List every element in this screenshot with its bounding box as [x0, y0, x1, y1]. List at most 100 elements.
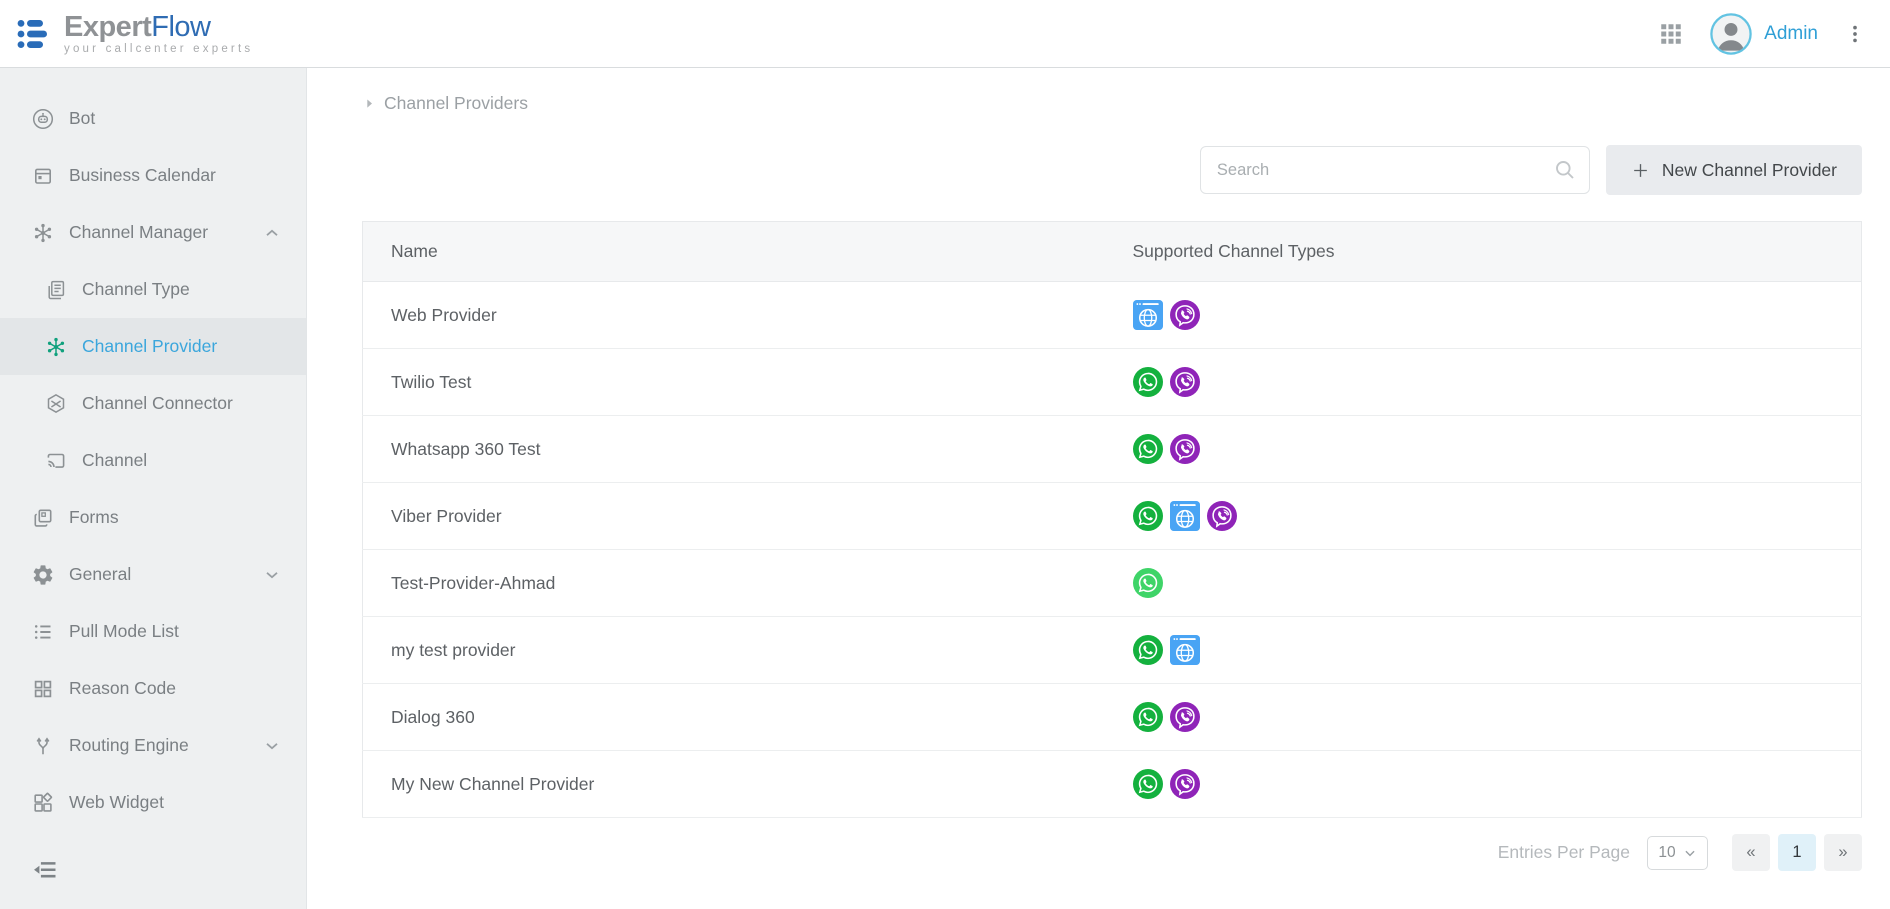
provider-name: Twilio Test [363, 349, 1105, 416]
channel-icons [1133, 501, 1862, 531]
entries-per-page-select[interactable]: 10 [1647, 836, 1708, 870]
column-header-name: Name [363, 222, 1105, 282]
viber-icon [1170, 702, 1200, 732]
cast-icon [44, 449, 68, 473]
channel-icons [1133, 635, 1862, 665]
whatsapp-icon [1133, 367, 1163, 397]
table-row[interactable]: Whatsapp 360 Test [363, 416, 1862, 483]
entries-per-page-label: Entries Per Page [1498, 842, 1630, 863]
sidebar: Bot Business Calendar Channel Manager Ch… [0, 68, 307, 909]
grid-icon [31, 677, 55, 701]
avatar[interactable] [1710, 13, 1752, 55]
channel-providers-table: Name Supported Channel Types Web Provide… [362, 221, 1862, 818]
apps-grid-icon[interactable] [1658, 21, 1684, 47]
list-icon [31, 620, 55, 644]
sidebar-item-channel-type[interactable]: Channel Type [0, 261, 306, 318]
table-row[interactable]: my test provider [363, 617, 1862, 684]
provider-name: my test provider [363, 617, 1105, 684]
sidebar-item-bot[interactable]: Bot [0, 90, 306, 147]
pagination-bar: Entries Per Page 10 « 1 » [362, 834, 1862, 871]
routing-icon [31, 734, 55, 758]
new-channel-provider-button[interactable]: New Channel Provider [1606, 145, 1862, 195]
viber-icon [1170, 769, 1200, 799]
web-icon [1170, 635, 1200, 665]
gear-icon [31, 563, 55, 587]
chevron-down-icon [262, 565, 282, 585]
provider-name: Test-Provider-Ahmad [363, 550, 1105, 617]
table-row[interactable]: Dialog 360 [363, 684, 1862, 751]
table-row[interactable]: Test-Provider-Ahmad [363, 550, 1862, 617]
chevron-down-icon [262, 736, 282, 756]
topbar: ExpertFlow your callcenter experts Admin [0, 0, 1890, 68]
user-menu-admin[interactable]: Admin [1764, 23, 1818, 45]
sidebar-item-channel[interactable]: Channel [0, 432, 306, 489]
hub-icon [44, 335, 68, 359]
provider-name: Dialog 360 [363, 684, 1105, 751]
page-1-button[interactable]: 1 [1778, 834, 1816, 871]
document-icon [44, 278, 68, 302]
hub-icon [31, 221, 55, 245]
table-row[interactable]: Web Provider [363, 282, 1862, 349]
main-content: Channel Providers New Channel Provider [307, 68, 1890, 909]
channel-icons [1133, 300, 1862, 330]
sidebar-item-channel-manager[interactable]: Channel Manager [0, 204, 306, 261]
table-header-row: Name Supported Channel Types [363, 222, 1862, 282]
plus-icon [1631, 161, 1650, 180]
brand-name: ExpertFlow [64, 12, 253, 42]
widgets-icon [31, 791, 55, 815]
channel-icons [1133, 769, 1862, 799]
viber-icon [1170, 300, 1200, 330]
whatsapp-icon [1133, 635, 1163, 665]
breadcrumb: Channel Providers [362, 93, 1862, 114]
viber-icon [1170, 434, 1200, 464]
sidebar-item-channel-connector[interactable]: Channel Connector [0, 375, 306, 432]
brand-tagline: your callcenter experts [64, 43, 253, 55]
breadcrumb-chevron-icon [362, 96, 377, 111]
search-input[interactable] [1200, 146, 1590, 194]
sidebar-item-web-widget[interactable]: Web Widget [0, 774, 306, 831]
calendar-icon [31, 164, 55, 188]
chevron-up-icon [262, 223, 282, 243]
viber-icon [1207, 501, 1237, 531]
whatsapp-icon [1133, 702, 1163, 732]
brand-logo-icon [16, 17, 54, 51]
provider-name: Web Provider [363, 282, 1105, 349]
connector-icon [44, 392, 68, 416]
sidebar-item-reason-code[interactable]: Reason Code [0, 660, 306, 717]
provider-name: Viber Provider [363, 483, 1105, 550]
prev-page-button[interactable]: « [1732, 834, 1770, 871]
bot-icon [31, 107, 55, 131]
sidebar-item-channel-provider[interactable]: Channel Provider [0, 318, 306, 375]
provider-name: My New Channel Provider [363, 751, 1105, 818]
table-row[interactable]: Viber Provider [363, 483, 1862, 550]
table-row[interactable]: My New Channel Provider [363, 751, 1862, 818]
toolbar: New Channel Provider [362, 145, 1862, 195]
table-row[interactable]: Twilio Test [363, 349, 1862, 416]
whatsapp-icon [1133, 568, 1163, 598]
whatsapp-icon [1133, 769, 1163, 799]
viber-icon [1170, 367, 1200, 397]
channel-icons [1133, 568, 1862, 598]
web-icon [1170, 501, 1200, 531]
web-icon [1133, 300, 1163, 330]
brand-logo[interactable]: ExpertFlow your callcenter experts [16, 12, 253, 55]
whatsapp-icon [1133, 434, 1163, 464]
search-icon [1553, 158, 1577, 182]
provider-name: Whatsapp 360 Test [363, 416, 1105, 483]
collapse-menu-icon[interactable] [31, 856, 59, 884]
kebab-menu-icon[interactable] [1844, 23, 1866, 45]
whatsapp-icon [1133, 501, 1163, 531]
channel-icons [1133, 434, 1862, 464]
sidebar-item-business-calendar[interactable]: Business Calendar [0, 147, 306, 204]
sidebar-item-general[interactable]: General [0, 546, 306, 603]
sidebar-item-routing-engine[interactable]: Routing Engine [0, 717, 306, 774]
column-header-supported-channel-types: Supported Channel Types [1105, 222, 1862, 282]
chevron-down-icon [1683, 846, 1697, 860]
next-page-button[interactable]: » [1824, 834, 1862, 871]
sidebar-nav: Bot Business Calendar Channel Manager Ch… [0, 90, 306, 831]
page-title: Channel Providers [384, 93, 528, 114]
sidebar-item-pull-mode-list[interactable]: Pull Mode List [0, 603, 306, 660]
channel-icons [1133, 367, 1862, 397]
channel-icons [1133, 702, 1862, 732]
sidebar-item-forms[interactable]: Forms [0, 489, 306, 546]
